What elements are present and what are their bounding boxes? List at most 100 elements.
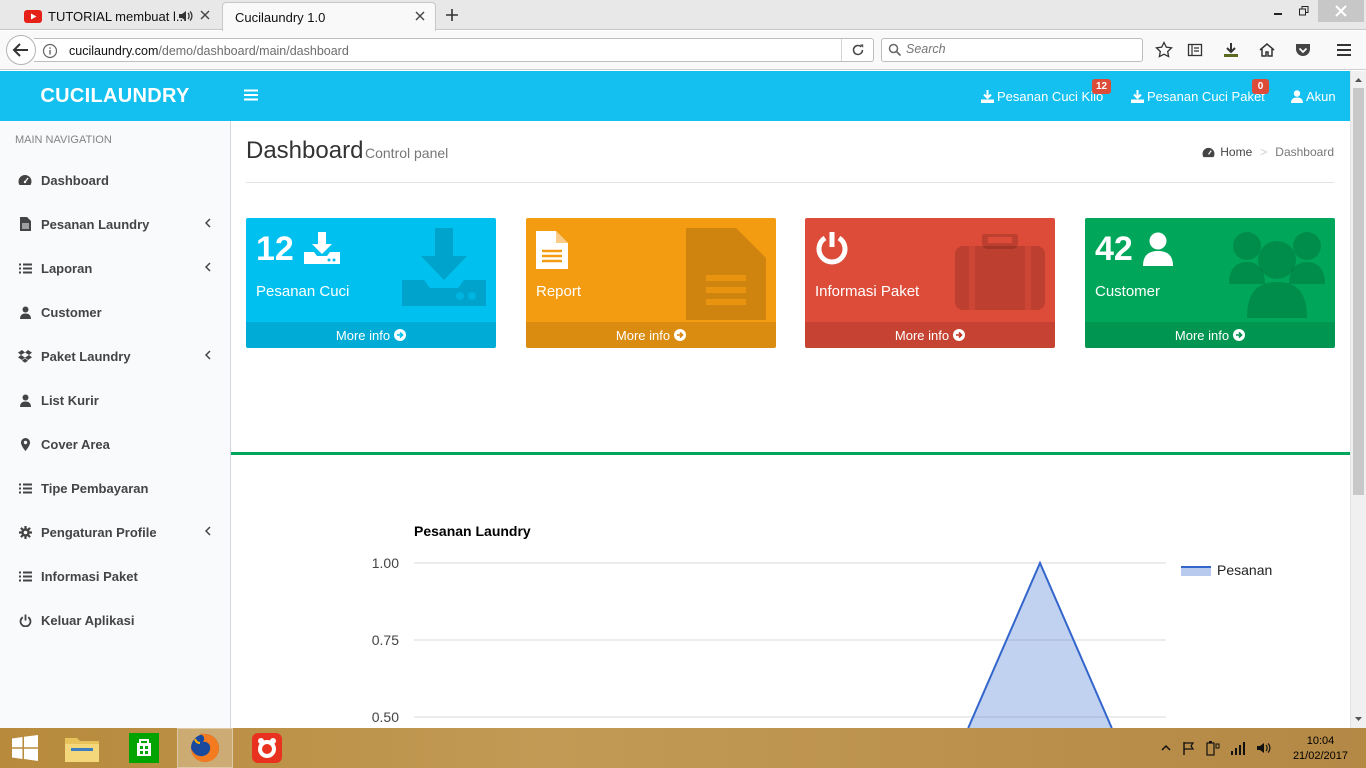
- download-large-icon: [402, 228, 486, 306]
- restore-button[interactable]: [1290, 0, 1318, 22]
- arrow-circle-right-icon: [674, 329, 687, 341]
- sidebar-item-informasi-paket[interactable]: Informasi Paket: [0, 554, 230, 598]
- firefox-icon: [191, 733, 219, 762]
- url-host: cucilaundry.com: [69, 44, 159, 58]
- speaker-icon[interactable]: [178, 9, 194, 23]
- page-title: Dashboard: [246, 137, 364, 164]
- sidebar-item-keluar-aplikasi[interactable]: Keluar Aplikasi: [0, 598, 230, 642]
- close-tab-icon[interactable]: [198, 8, 212, 22]
- y-tick-label: 1.00: [372, 555, 399, 571]
- browser-nav-bar: cucilaundry.com/demo/dashboard/main/dash…: [0, 31, 1366, 70]
- paket-count-badge: 0: [1252, 79, 1269, 94]
- nav-pesanan-cuci-kilo[interactable]: Pesanan Cuci Kilo: [981, 71, 1103, 121]
- taskbar-file-explorer[interactable]: [54, 728, 110, 768]
- nav-akun[interactable]: Akun: [1291, 71, 1336, 121]
- briefcase-icon: [955, 234, 1045, 310]
- sidebar-toggle-icon[interactable]: [244, 89, 258, 101]
- downloads-button[interactable]: [1221, 40, 1241, 60]
- more-info-link[interactable]: More info: [1085, 322, 1335, 348]
- more-info-label: More info: [1174, 327, 1230, 343]
- bookmark-star-button[interactable]: [1154, 40, 1174, 60]
- sidebar-item-paket-laundry[interactable]: Paket Laundry: [0, 334, 230, 378]
- arrow-circle-right-icon: [953, 329, 966, 341]
- menu-button[interactable]: [1334, 40, 1354, 60]
- dropbox-icon: [18, 349, 32, 363]
- pocket-button[interactable]: [1293, 40, 1313, 60]
- browser-tab-cucilaundry[interactable]: Cucilaundry 1.0: [222, 2, 436, 31]
- app-header: CUCILAUNDRY Pesanan Cuci Kilo 12 Pesanan…: [0, 71, 1350, 121]
- page-scrollbar[interactable]: [1350, 71, 1366, 728]
- taskbar-firefox[interactable]: [177, 728, 233, 768]
- home-button[interactable]: [1257, 40, 1277, 60]
- scroll-up-arrow-icon[interactable]: [1351, 73, 1366, 87]
- main-content: Dashboard Control panel Home > Dashboard…: [231, 121, 1350, 728]
- breadcrumb-current: Dashboard: [1275, 145, 1334, 159]
- download-icon: [1224, 43, 1238, 57]
- taskbar-store[interactable]: [116, 728, 172, 768]
- pocket-icon: [1296, 44, 1310, 56]
- info-icon[interactable]: [42, 43, 58, 59]
- page-subtitle: Control panel: [365, 145, 449, 161]
- info-box-informasi-paket: Informasi Paket More info: [805, 218, 1055, 348]
- more-info-link[interactable]: More info: [246, 322, 496, 348]
- sidebar-item-label: Customer: [41, 304, 102, 320]
- legend-label-pesanan: Pesanan: [1217, 562, 1272, 578]
- network-signal-icon[interactable]: [1230, 741, 1246, 755]
- sidebar-item-dashboard[interactable]: Dashboard: [0, 158, 230, 202]
- nav-akun-label: Akun: [1306, 88, 1336, 104]
- breadcrumb-separator: >: [1260, 145, 1268, 159]
- taskbar-recorder-app[interactable]: [239, 728, 295, 768]
- nav-pesanan-cuci-paket[interactable]: Pesanan Cuci Paket: [1131, 71, 1265, 121]
- reading-list-icon: [1187, 43, 1203, 57]
- download-icon: [981, 89, 994, 103]
- sidebar-item-tipe-pembayaran[interactable]: Tipe Pembayaran: [0, 466, 230, 510]
- close-tab-icon[interactable]: [413, 9, 427, 23]
- minimize-button[interactable]: [1264, 0, 1292, 22]
- show-hidden-icons-icon[interactable]: [1160, 743, 1172, 753]
- y-tick-label: 0.50: [372, 709, 399, 725]
- restore-icon: [1299, 6, 1309, 16]
- taskbar-clock[interactable]: 10:04 21/02/2017: [1293, 734, 1348, 764]
- close-window-button[interactable]: [1318, 0, 1364, 22]
- map-marker-icon: [18, 437, 32, 451]
- url-bar[interactable]: cucilaundry.com/demo/dashboard/main/dash…: [34, 38, 874, 62]
- list-icon: [18, 569, 32, 583]
- new-tab-icon[interactable]: [444, 7, 460, 23]
- reading-list-button[interactable]: [1185, 40, 1205, 60]
- chart-series: [967, 560, 1113, 728]
- sidebar: MAIN NAVIGATION Dashboard Pesanan Laundr…: [0, 121, 231, 728]
- more-info-link[interactable]: More info: [526, 322, 776, 348]
- clock-date: 21/02/2017: [1292, 750, 1348, 762]
- reload-button[interactable]: [841, 39, 873, 61]
- box-number: 12: [256, 230, 294, 268]
- scroll-down-arrow-icon[interactable]: [1351, 712, 1366, 726]
- gear-icon: [18, 525, 32, 539]
- back-button[interactable]: [6, 35, 36, 65]
- dashboard-icon: [18, 173, 32, 187]
- more-info-link[interactable]: More info: [805, 322, 1055, 348]
- scrollbar-thumb[interactable]: [1353, 88, 1364, 495]
- sidebar-item-label: Dashboard: [41, 172, 109, 188]
- start-button[interactable]: [0, 728, 50, 768]
- power-icon: [816, 232, 848, 265]
- search-input[interactable]: [906, 42, 1136, 56]
- sidebar-item-cover-area[interactable]: Cover Area: [0, 422, 230, 466]
- sidebar-item-pengaturan-profile[interactable]: Pengaturan Profile: [0, 510, 230, 554]
- clock-time: 10:04: [1306, 735, 1335, 747]
- home-icon: [1259, 43, 1275, 57]
- chevron-left-icon: [205, 350, 211, 360]
- action-center-flag-icon[interactable]: [1182, 741, 1196, 755]
- sidebar-item-pesanan-laundry[interactable]: Pesanan Laundry: [0, 202, 230, 246]
- arrow-circle-right-icon: [394, 329, 407, 341]
- search-bar[interactable]: [881, 38, 1143, 62]
- app-logo[interactable]: CUCILAUNDRY: [0, 71, 230, 121]
- sidebar-item-customer[interactable]: Customer: [0, 290, 230, 334]
- volume-icon[interactable]: [1256, 741, 1272, 755]
- browser-tab-youtube[interactable]: TUTORIAL membuat l...: [14, 2, 220, 30]
- sidebar-item-label: Pengaturan Profile: [41, 524, 157, 540]
- battery-icon[interactable]: [1206, 740, 1220, 756]
- breadcrumb: Home > Dashboard: [1202, 145, 1334, 159]
- sidebar-item-list-kurir[interactable]: List Kurir: [0, 378, 230, 422]
- sidebar-item-laporan[interactable]: Laporan: [0, 246, 230, 290]
- breadcrumb-home-link[interactable]: Home: [1220, 145, 1252, 159]
